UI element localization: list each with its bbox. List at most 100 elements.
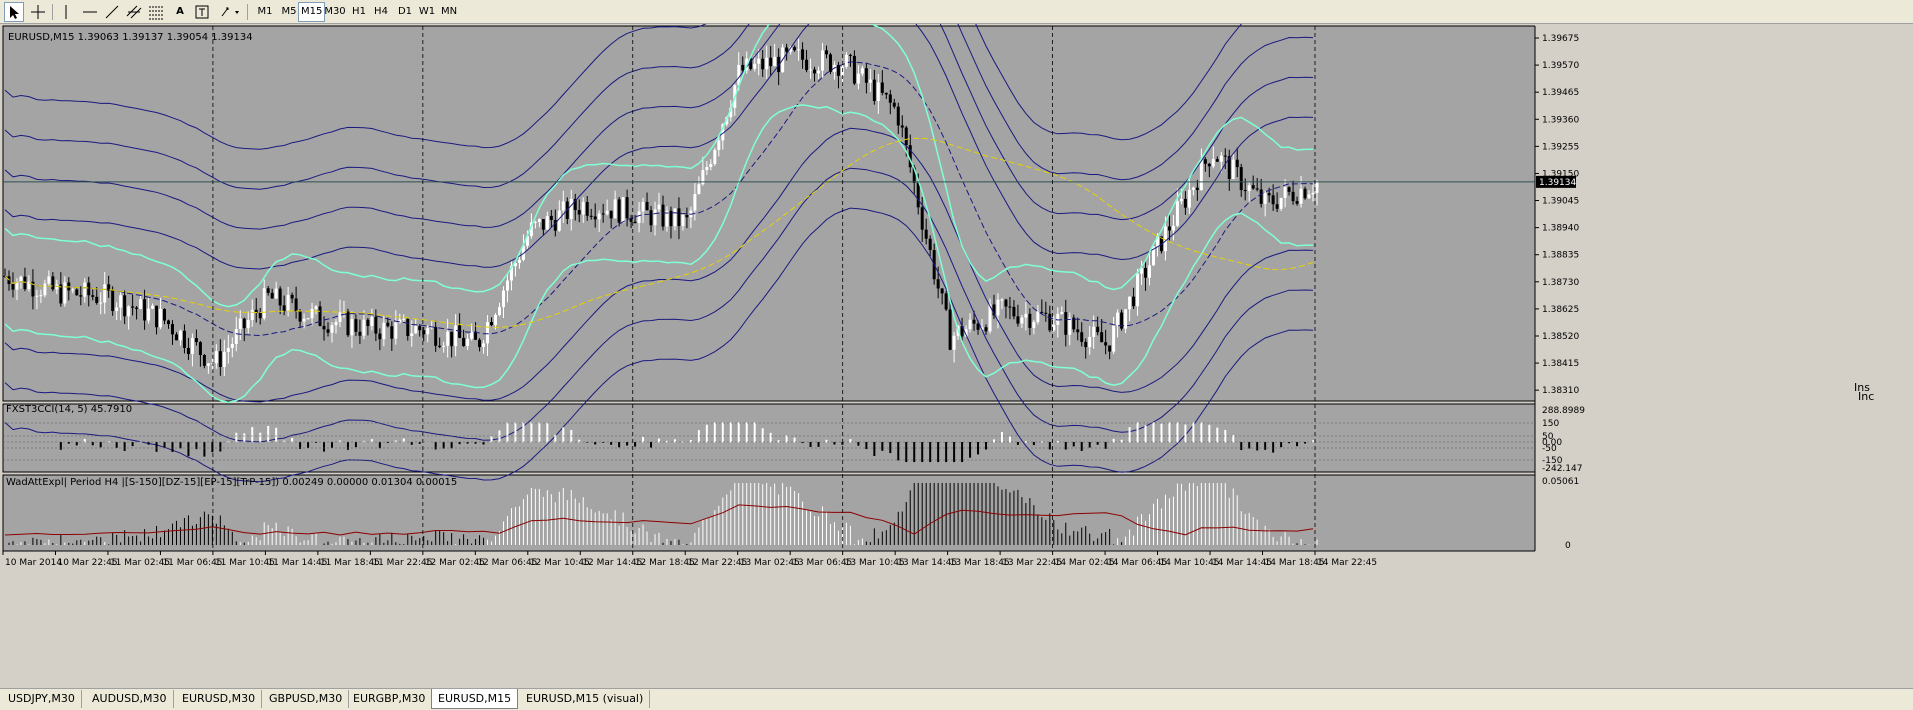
candle-body [75,289,79,296]
chart-canvas[interactable]: 1.39675 1.39570 1.39465 1.39360 1.39255 1.391… [0,0,1913,688]
candle-body [753,63,757,69]
candle-body [1223,155,1227,157]
candle-body [1183,198,1187,208]
cci-panel [2,403,1536,473]
candle-body [302,318,306,322]
candle-body [151,305,155,309]
time-label: 10 Mar 2014 [5,558,62,568]
cci-bar [594,442,597,445]
candle-body [167,320,171,325]
trend-line-icon[interactable] [102,2,122,22]
chart-tabs: USDJPY,M30 AUDUSD,M30 EURUSD,M30 GBPUSD,… [0,688,1913,710]
candle-body [633,221,637,224]
candle-body [282,305,286,312]
cci-bar [514,422,517,443]
chart-window[interactable]: 1.39675 1.39570 1.39465 1.39360 1.39255 1.391… [0,0,1913,688]
time-label: 12 Mar 10:45 [530,558,590,568]
candle-body [872,79,876,101]
timeframe-m1[interactable]: M1 [252,2,278,22]
cci-bar [458,442,461,445]
tab-usdjpy-m30[interactable]: USDJPY,M30 [2,690,82,708]
tab-gbpusd-m30[interactable]: GBPUSD,M30 [263,690,350,708]
cci-bar [506,422,509,443]
candle-body [900,125,904,128]
price-label: 1.38835 [1542,251,1579,261]
cci-bar [1096,442,1099,445]
cci-bar [857,442,860,446]
candle-body [904,127,908,146]
cci-bar [1032,442,1035,446]
candle-body [1080,332,1084,342]
cci-bar [490,436,493,443]
candle-body [1028,313,1032,328]
candle-body [286,294,290,312]
price-label: 1.38415 [1542,359,1579,369]
cci-bar [546,422,549,443]
candle-body [338,312,342,323]
candle-body [1307,194,1311,199]
candle-body [852,55,856,84]
text-label-icon[interactable] [192,2,212,22]
cci-bar [1016,442,1019,445]
candle-body [860,68,864,74]
cci-bar [1088,442,1091,448]
candle-body [1267,193,1271,196]
cci-bar [538,422,541,443]
candle-body [1203,159,1207,164]
cci-bar [992,439,995,443]
cci-bar [498,430,501,443]
time-label: 11 Mar 14:45 [267,558,327,568]
time-label: 14 Mar 18:45 [1265,558,1325,568]
timeframe-h4[interactable]: H4 [368,2,394,22]
text-tool-icon[interactable]: A [170,2,190,22]
candle-body [577,210,581,215]
time-label: 11 Mar 10:45 [215,558,275,568]
price-label: 1.39360 [1542,115,1579,125]
cci-bar [482,442,485,445]
vertical-line-icon[interactable] [56,2,76,22]
cci-bar [1240,442,1243,451]
candle-body [1092,326,1096,337]
timeframe-mn[interactable]: MN [436,2,462,22]
tab-eurgbp-m30[interactable]: EURGBP,M30 [347,690,433,708]
candle-body [123,295,127,317]
tab-eurusd-m15[interactable]: EURUSD,M15 [431,689,519,709]
timeframe-m30[interactable]: M30 [322,2,348,22]
candle-body [821,50,825,71]
cci-bar [1064,442,1067,450]
candle-body [601,213,605,215]
cci-bar [721,422,724,443]
time-label: 14 Mar 02:45 [1055,558,1115,568]
candle-body [940,288,944,294]
candle-body [1311,192,1315,195]
candle-body [1239,167,1243,191]
candle-body [705,166,709,171]
channel-icon[interactable] [124,2,144,22]
candle-body [1116,312,1120,326]
tab-audusd-m30[interactable]: AUDUSD,M30 [86,690,174,708]
cursor-tool-icon[interactable] [4,2,24,22]
cci-bar [179,442,182,449]
cci-bar [618,442,621,448]
candle-body [1068,317,1072,335]
candle-body [414,326,418,334]
candle-body [593,216,597,220]
time-label: 10 Mar 22:45 [57,558,117,568]
horizontal-line-icon[interactable] [80,2,100,22]
cci-bar [1248,442,1251,449]
cci-bar [745,422,748,443]
tab-eurusd-m30[interactable]: EURUSD,M30 [176,690,263,708]
tab-eurusd-m15-visual[interactable]: EURUSD,M15 (visual) [520,690,651,708]
cci-bar [147,442,150,445]
arrows-menu-icon[interactable] [218,2,242,22]
candle-body [713,149,717,164]
fibonacci-icon[interactable] [146,2,166,22]
time-label: 13 Mar 14:45 [897,558,957,568]
candle-body [844,54,848,67]
time-label: 11 Mar 18:45 [320,558,380,568]
candle-body [310,308,314,319]
candle-body [290,294,294,299]
cci-bar [1128,427,1131,443]
crosshair-icon[interactable] [28,2,48,22]
candle-body [182,330,186,348]
